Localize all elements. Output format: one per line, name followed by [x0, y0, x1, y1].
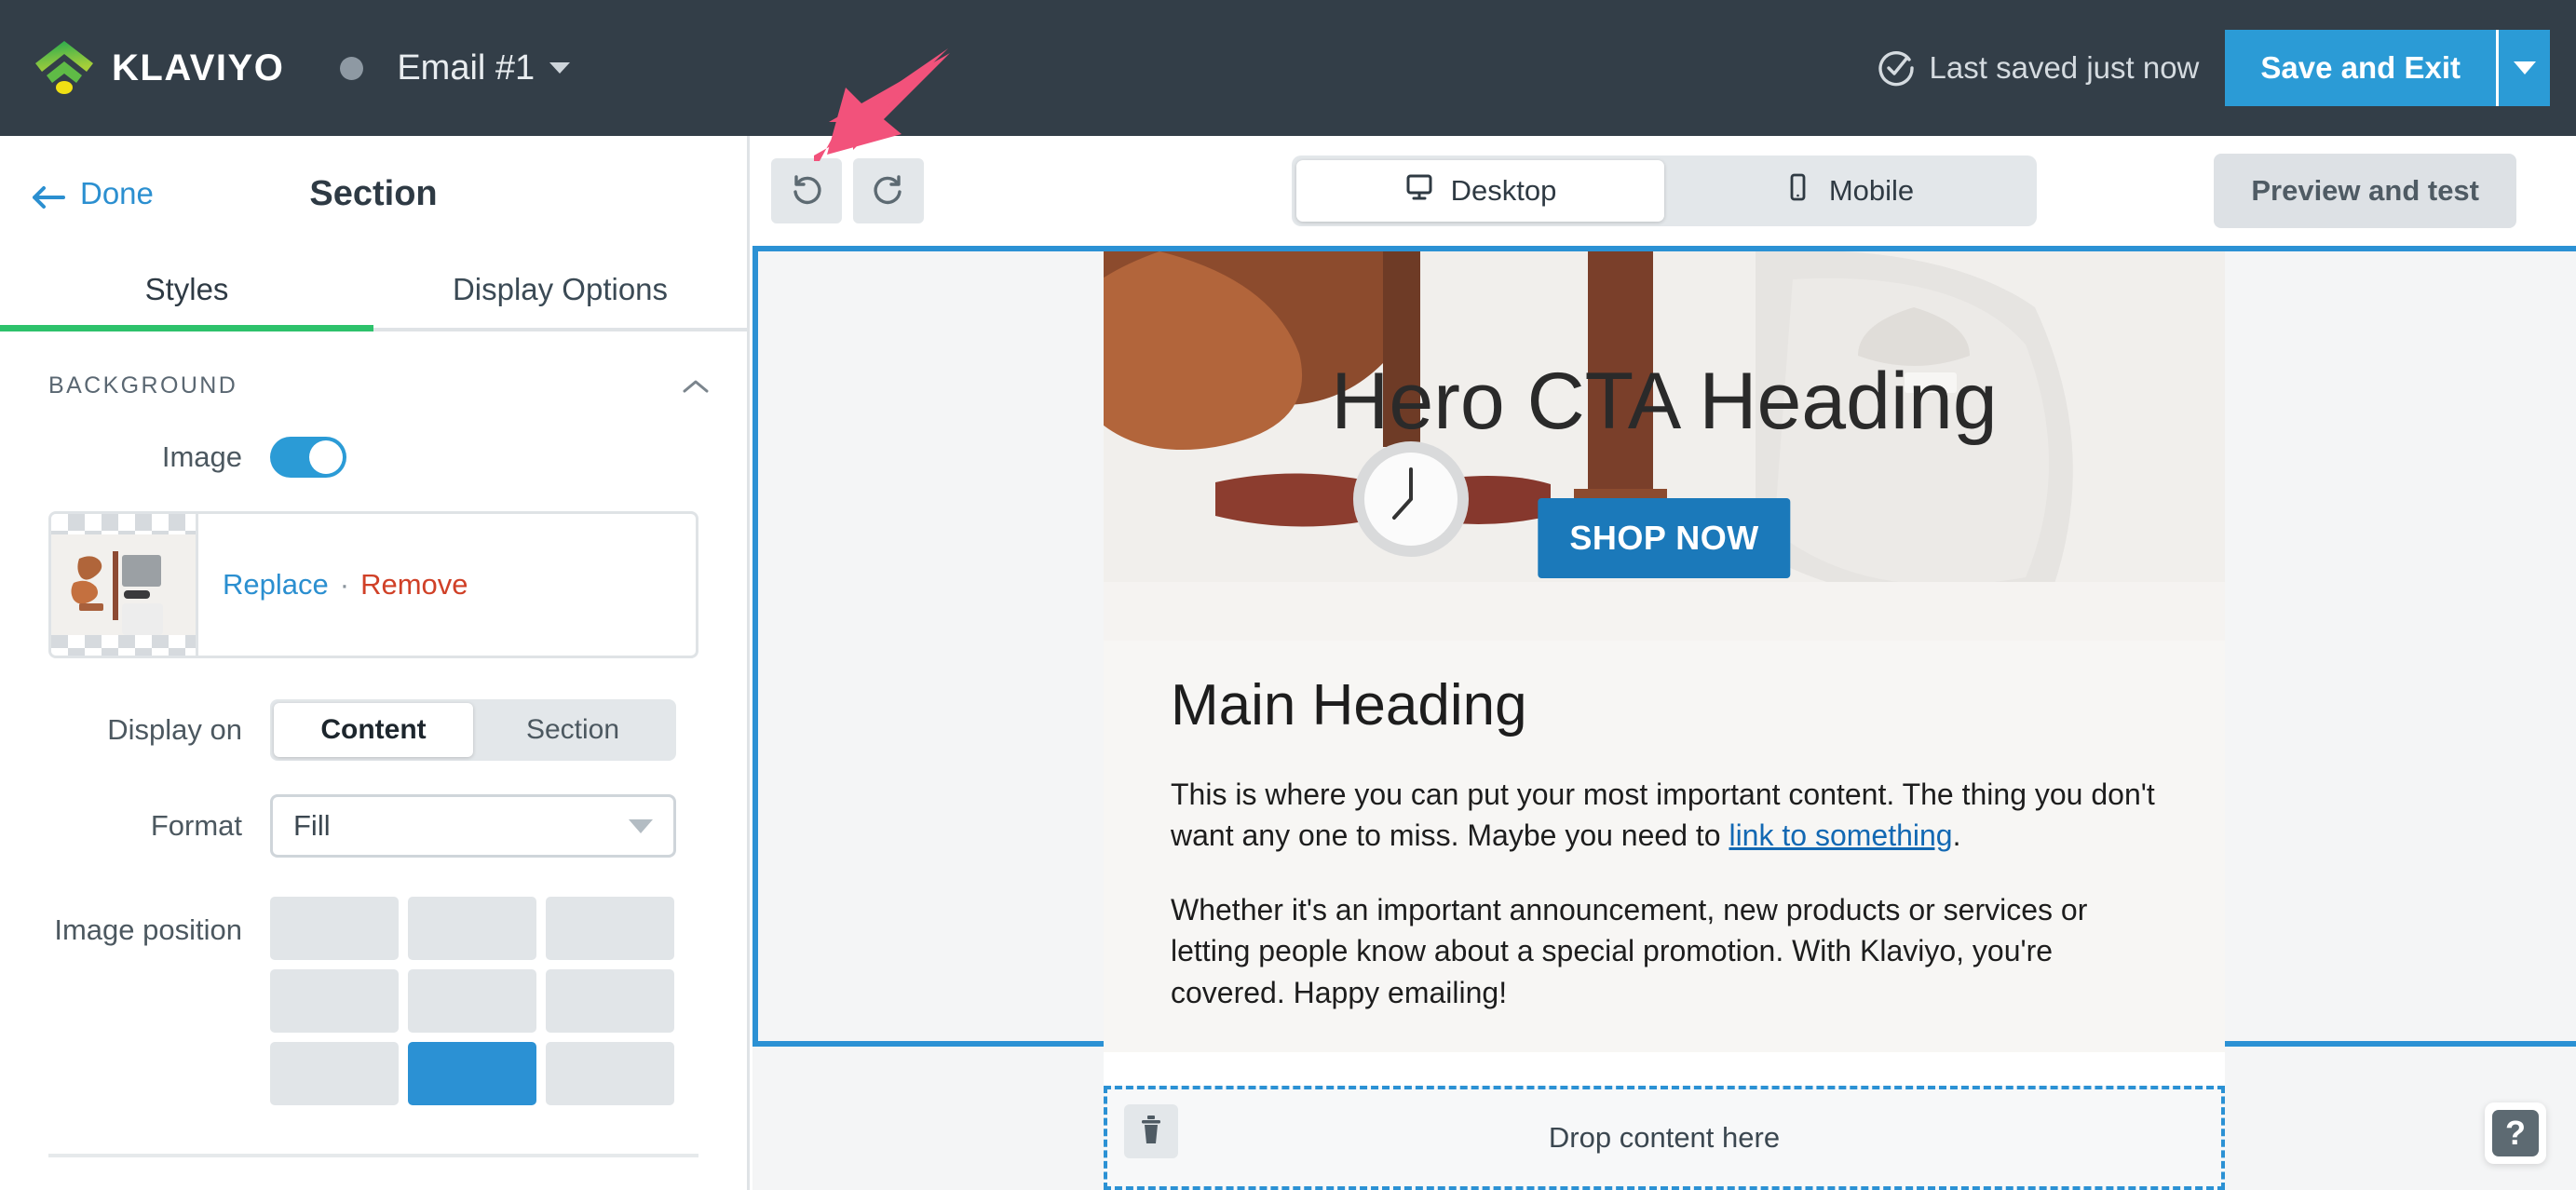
image-position-grid [270, 897, 674, 1105]
format-label: Format [150, 809, 242, 842]
save-and-exit-group: Save and Exit [2225, 30, 2550, 106]
hero-block[interactable]: Hero CTA Heading SHOP NOW [1104, 251, 2225, 641]
preview-and-test-button[interactable]: Preview and test [2214, 154, 2516, 228]
drop-content-label: Drop content here [1548, 1121, 1781, 1154]
background-section-label: BACKGROUND [48, 372, 238, 399]
device-tab-mobile-label: Mobile [1828, 174, 1915, 207]
monitor-icon [1404, 172, 1434, 210]
redo-icon [870, 170, 907, 212]
toggle-knob [309, 440, 343, 474]
image-card-actions: Replace · Remove [198, 514, 696, 656]
selected-section-outline[interactable]: Hero CTA Heading SHOP NOW Main Heading T… [752, 246, 2576, 1102]
tab-styles-label: Styles [144, 272, 229, 306]
selection-left-edge [752, 251, 758, 1041]
chevron-down-icon [549, 62, 571, 74]
redo-button[interactable] [853, 158, 924, 223]
chevron-down-icon [2513, 61, 2536, 74]
chevron-up-icon[interactable] [682, 378, 710, 395]
section-settings-sidebar: Done Section Styles Display Options BACK… [0, 136, 750, 1190]
done-back-button[interactable]: Done [32, 176, 154, 211]
image-toggle-label: Image [161, 440, 242, 473]
background-image-card: Replace · Remove [48, 511, 698, 658]
top-app-bar: KLAVIYO Email #1 Last saved just now Sav… [0, 0, 2576, 136]
document-title-label: Email #1 [397, 47, 536, 88]
pointer-arrow-icon [807, 45, 948, 156]
klaviyo-chevron-logo-icon [34, 39, 95, 97]
display-on-label: Display on [107, 713, 242, 746]
check-circle-icon [1878, 49, 1915, 87]
remove-image-link[interactable]: Remove [360, 568, 468, 602]
arrow-left-icon [32, 182, 65, 209]
delete-block-button[interactable] [1124, 1104, 1178, 1158]
draft-status-dot-icon [340, 56, 364, 80]
image-thumbnail[interactable] [51, 514, 198, 656]
drop-content-zone[interactable]: Drop content here [1104, 1086, 2225, 1190]
shop-now-cta-button[interactable]: SHOP NOW [1538, 498, 1791, 578]
image-position-cell-bottom-right[interactable] [546, 1042, 674, 1105]
image-position-row: Image position [0, 897, 747, 1105]
top-bar-actions: Last saved just now Save and Exit [1878, 30, 2550, 106]
display-on-option-section[interactable]: Section [473, 703, 672, 757]
background-image-toggle[interactable] [270, 437, 346, 478]
undo-redo-group [771, 158, 924, 223]
sidebar-tabs: Styles Display Options [0, 251, 747, 331]
trash-icon [1137, 1114, 1165, 1150]
display-on-segmented-control: Content Section [270, 699, 676, 761]
display-on-option-content[interactable]: Content [274, 703, 473, 757]
device-tab-desktop-label: Desktop [1450, 174, 1557, 207]
undo-icon [788, 170, 825, 212]
image-position-cell-top-left[interactable] [270, 897, 399, 960]
action-separator: · [339, 568, 350, 601]
device-preview-toggle: Desktop Mobile [1292, 156, 2037, 226]
device-tab-mobile[interactable]: Mobile [1664, 160, 2032, 222]
tab-display-options-label: Display Options [452, 272, 669, 306]
display-on-row: Display on Content Section [0, 699, 747, 761]
main-heading[interactable]: Main Heading [1171, 672, 2158, 738]
image-position-cell-top-right[interactable] [546, 897, 674, 960]
image-position-cell-middle-left[interactable] [270, 969, 399, 1033]
sidebar-header: Done Section [0, 136, 747, 251]
format-select[interactable]: Fill [270, 794, 676, 858]
question-mark-icon: ? [2492, 1110, 2539, 1156]
brand-logo[interactable]: KLAVIYO [34, 39, 284, 97]
body-paragraph-1[interactable]: This is where you can put your most impo… [1171, 774, 2158, 856]
image-position-cell-middle-center[interactable] [408, 969, 536, 1033]
sidebar-divider [48, 1154, 698, 1157]
hero-heading[interactable]: Hero CTA Heading [1104, 356, 2225, 448]
paragraph-1-text-before: This is where you can put your most impo… [1171, 778, 2155, 853]
format-row: Format Fill [0, 794, 747, 858]
background-image-toggle-row: Image [0, 437, 747, 478]
image-position-label: Image position [54, 913, 242, 946]
tab-display-options[interactable]: Display Options [373, 251, 747, 328]
email-content-column: Hero CTA Heading SHOP NOW Main Heading T… [1104, 251, 2225, 1102]
phone-icon [1783, 172, 1812, 210]
done-label: Done [80, 176, 154, 210]
last-saved-status: Last saved just now [1929, 50, 2200, 85]
save-and-exit-button[interactable]: Save and Exit [2225, 30, 2496, 106]
format-select-value: Fill [293, 809, 331, 842]
save-options-dropdown-button[interactable] [2496, 30, 2550, 106]
inline-link[interactable]: link to something [1729, 818, 1952, 852]
drop-area-container: Drop content here [1104, 1052, 2225, 1190]
body-content-block[interactable]: Main Heading This is where you can put y… [1104, 641, 2225, 1102]
image-position-cell-bottom-center[interactable] [408, 1042, 536, 1105]
device-tab-desktop[interactable]: Desktop [1296, 160, 1664, 222]
background-section-header[interactable]: BACKGROUND [0, 331, 747, 399]
replace-image-link[interactable]: Replace [223, 568, 329, 602]
image-position-cell-bottom-left[interactable] [270, 1042, 399, 1105]
document-title-dropdown[interactable]: Email #1 [397, 47, 571, 88]
image-thumbnail-photo [51, 534, 196, 635]
paragraph-1-text-after: . [1952, 818, 1961, 853]
body-paragraph-2[interactable]: Whether it's an important announcement, … [1171, 889, 2158, 1012]
chevron-down-icon [629, 818, 653, 833]
brand-name: KLAVIYO [112, 47, 285, 88]
image-position-cell-top-center[interactable] [408, 897, 536, 960]
email-preview-stage: Hero CTA Heading SHOP NOW Main Heading T… [752, 246, 2576, 1190]
undo-button[interactable] [771, 158, 842, 223]
editor-canvas: Desktop Mobile Preview and test Hero CTA… [752, 136, 2576, 1190]
tab-styles[interactable]: Styles [0, 251, 373, 331]
image-position-cell-middle-right[interactable] [546, 969, 674, 1033]
help-button[interactable]: ? [2485, 1102, 2546, 1164]
canvas-toolbar: Desktop Mobile Preview and test [752, 136, 2576, 246]
